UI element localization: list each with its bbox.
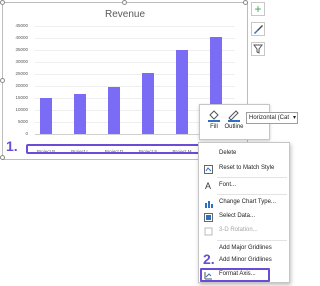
filter-icon: [253, 44, 263, 54]
font-icon: A: [204, 181, 211, 191]
format-axis-highlight: [200, 268, 270, 282]
menu-item-label: Add Major Gridlines: [219, 245, 272, 251]
y-tick-label: 25000: [15, 71, 28, 76]
select-data-icon: [203, 212, 213, 222]
menu-item-select-data[interactable]: Select Data...: [199, 210, 289, 224]
y-tick-label: 5000: [17, 119, 28, 124]
menu-item-3d-rotation: 3-D Rotation...: [199, 224, 289, 238]
gridline: [35, 62, 235, 63]
menu-item-label: Change Chart Type...: [219, 199, 276, 205]
chart-title: Revenue: [104, 9, 146, 20]
pen-icon: [228, 110, 240, 122]
chart-styles-button[interactable]: [251, 22, 265, 36]
gridline: [35, 74, 235, 75]
reset-style-icon: [203, 164, 213, 174]
gridline: [35, 86, 235, 87]
menu-item-font[interactable]: A Font...: [199, 179, 289, 193]
menu-item-label: Delete: [219, 150, 237, 156]
menu-item-label: 3-D Rotation...: [219, 227, 258, 233]
resize-handle[interactable]: [0, 0, 5, 5]
bar[interactable]: [40, 98, 52, 134]
rotation-icon: [203, 226, 213, 236]
bar[interactable]: [108, 87, 120, 134]
chart-elements-button[interactable]: +: [251, 2, 265, 16]
horizontal-axis-highlight[interactable]: [26, 144, 200, 154]
outline-label: Outline: [224, 124, 244, 130]
fill-label: Fill: [210, 124, 218, 130]
bar[interactable]: [176, 50, 188, 134]
y-tick-label: 20000: [15, 83, 28, 88]
context-menu: Delete Reset to Match Style A Font... Ch…: [198, 142, 290, 283]
brush-icon: [254, 25, 263, 34]
fill-button[interactable]: Fill: [204, 108, 224, 130]
resize-handle[interactable]: [0, 155, 5, 160]
menu-item-label: Add Minor Gridlines: [219, 257, 272, 263]
resize-handle[interactable]: [0, 78, 5, 83]
chevron-down-icon: ▾: [292, 115, 296, 121]
menu-item-change-chart-type[interactable]: Change Chart Type...: [199, 196, 289, 210]
paint-bucket-icon: [208, 110, 220, 122]
menu-item-reset[interactable]: Reset to Match Style: [199, 162, 289, 176]
step-2-label: 2.: [203, 251, 215, 267]
y-tick-label: 15000: [15, 95, 28, 100]
y-tick-label: 30000: [15, 59, 28, 64]
resize-handle[interactable]: [243, 0, 248, 5]
chart-type-icon: [203, 198, 213, 208]
chart-filters-button[interactable]: [251, 42, 265, 56]
bar[interactable]: [142, 72, 154, 134]
y-tick-label: 0: [25, 131, 28, 136]
menu-item-label: Font...: [219, 182, 237, 188]
y-tick-label: 10000: [15, 107, 28, 112]
menu-item-label: Select Data...: [219, 213, 256, 219]
menu-item-delete[interactable]: Delete: [199, 147, 289, 161]
y-tick-label: 40000: [15, 35, 28, 40]
chart-element-select-value: Horizontal (Cat: [249, 115, 290, 121]
resize-handle[interactable]: [122, 0, 127, 5]
menu-separator: [217, 240, 287, 241]
plus-icon: +: [254, 2, 262, 16]
menu-separator: [217, 194, 287, 195]
menu-item-label: Reset to Match Style: [219, 165, 275, 171]
bar[interactable]: [74, 94, 86, 134]
outline-button[interactable]: Outline: [224, 108, 244, 130]
gridline: [35, 38, 235, 39]
menu-separator: [217, 177, 287, 178]
gridline: [35, 98, 235, 99]
gridline: [35, 50, 235, 51]
y-tick-label: 45000: [15, 23, 28, 28]
step-1-label: 1.: [6, 138, 18, 154]
y-tick-label: 35000: [15, 47, 28, 52]
chart-element-select[interactable]: Horizontal (Cat ▾: [246, 112, 298, 124]
gridline: [35, 26, 235, 27]
